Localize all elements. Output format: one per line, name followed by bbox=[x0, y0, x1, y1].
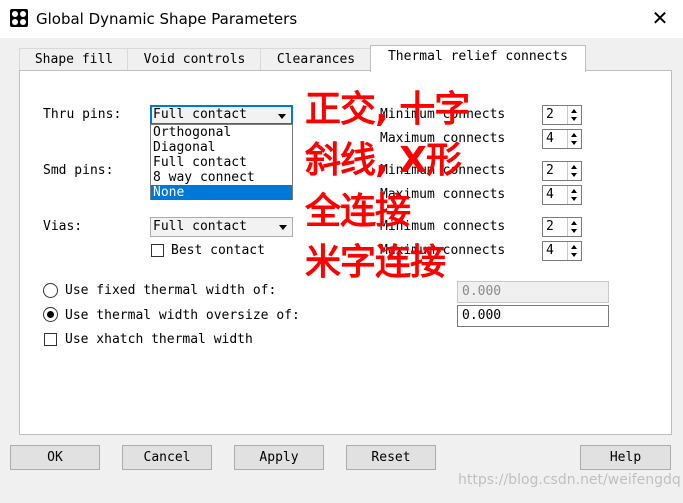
spinner-value: 2 bbox=[546, 163, 554, 178]
thru-min-connects-spinner[interactable]: 2 bbox=[542, 105, 582, 125]
annotation-orthogonal: 正交, 十字 bbox=[305, 89, 470, 130]
arrow-up-icon bbox=[571, 189, 577, 193]
app-icon bbox=[10, 9, 28, 27]
apply-button[interactable]: Apply bbox=[234, 445, 324, 470]
ok-button[interactable]: OK bbox=[10, 445, 100, 470]
spinner-value: 2 bbox=[546, 107, 554, 122]
arrow-up-icon bbox=[571, 109, 577, 113]
oversize-width-input[interactable]: 0.000 bbox=[457, 305, 609, 327]
xhatch-width-checkbox[interactable] bbox=[44, 333, 57, 346]
arrow-down-icon bbox=[571, 173, 577, 177]
watermark: https://blog.csdn.net/weifengdq bbox=[458, 472, 681, 488]
smd-min-connects-spinner[interactable]: 2 bbox=[542, 161, 582, 181]
option-diagonal[interactable]: Diagonal bbox=[151, 140, 292, 155]
tab-shape-fill[interactable]: Shape fill bbox=[19, 48, 129, 71]
arrow-down-icon bbox=[571, 117, 577, 121]
arrow-down-icon bbox=[571, 141, 577, 145]
vias-min-connects-spinner[interactable]: 2 bbox=[542, 217, 582, 237]
reset-button[interactable]: Reset bbox=[346, 445, 436, 470]
best-contact-label: Best contact bbox=[171, 243, 265, 258]
arrow-down-icon bbox=[571, 253, 577, 257]
annotation-8-way: 米字连接 bbox=[305, 242, 446, 283]
window-title: Global Dynamic Shape Parameters bbox=[36, 10, 298, 28]
spinner-arrows[interactable] bbox=[567, 218, 581, 236]
thru-max-connects-spinner[interactable]: 4 bbox=[542, 129, 582, 149]
option-none[interactable]: None bbox=[151, 185, 292, 200]
tab-clearances[interactable]: Clearances bbox=[260, 48, 372, 71]
vias-selected: Full contact bbox=[153, 219, 247, 234]
fixed-width-input[interactable]: 0.000 bbox=[457, 281, 609, 303]
thru-pins-label: Thru pins: bbox=[43, 107, 122, 122]
chevron-down-icon bbox=[278, 114, 286, 119]
annotation-full-contact: 全连接 bbox=[305, 191, 411, 232]
help-button[interactable]: Help bbox=[580, 445, 671, 470]
tab-thermal-relief-connects[interactable]: Thermal relief connects bbox=[370, 45, 586, 72]
oversize-width-label: Use thermal width oversize of: bbox=[65, 308, 300, 323]
spinner-arrows[interactable] bbox=[567, 242, 581, 260]
spinner-value: 2 bbox=[546, 219, 554, 234]
spinner-value: 4 bbox=[546, 187, 554, 202]
cancel-button[interactable]: Cancel bbox=[122, 445, 212, 470]
spinner-arrows[interactable] bbox=[567, 130, 581, 148]
thru-pins-selected: Full contact bbox=[153, 107, 247, 122]
oversize-width-radio[interactable] bbox=[43, 307, 58, 322]
arrow-up-icon bbox=[571, 245, 577, 249]
spinner-value: 4 bbox=[546, 131, 554, 146]
spinner-arrows[interactable] bbox=[567, 106, 581, 124]
vias-select[interactable]: Full contact bbox=[150, 217, 293, 237]
arrow-up-icon bbox=[571, 133, 577, 137]
best-contact-checkbox[interactable] bbox=[151, 244, 164, 257]
xhatch-width-label: Use xhatch thermal width bbox=[65, 332, 253, 347]
option-full-contact[interactable]: Full contact bbox=[151, 155, 292, 170]
fixed-width-radio[interactable] bbox=[43, 283, 58, 298]
chevron-down-icon bbox=[279, 225, 287, 230]
arrow-up-icon bbox=[571, 165, 577, 169]
arrow-down-icon bbox=[571, 229, 577, 233]
thru-pins-select[interactable]: Full contact bbox=[150, 105, 293, 125]
spinner-value: 4 bbox=[546, 243, 554, 258]
thru-pins-dropdown: Orthogonal Diagonal Full contact 8 way c… bbox=[150, 124, 293, 200]
smd-pins-label: Smd pins: bbox=[43, 163, 114, 178]
option-orthogonal[interactable]: Orthogonal bbox=[151, 125, 292, 140]
spinner-arrows[interactable] bbox=[567, 162, 581, 180]
arrow-down-icon bbox=[571, 197, 577, 201]
tab-void-controls[interactable]: Void controls bbox=[127, 48, 262, 71]
vias-label: Vias: bbox=[43, 219, 83, 234]
spinner-arrows[interactable] bbox=[567, 186, 581, 204]
smd-max-connects-spinner[interactable]: 4 bbox=[542, 185, 582, 205]
vias-max-connects-spinner[interactable]: 4 bbox=[542, 241, 582, 261]
fixed-width-label: Use fixed thermal width of: bbox=[65, 283, 277, 298]
arrow-up-icon bbox=[571, 221, 577, 225]
annotation-diagonal: 斜线, X形 bbox=[305, 140, 462, 181]
option-8-way-connect[interactable]: 8 way connect bbox=[151, 170, 292, 185]
close-icon[interactable]: ✕ bbox=[646, 4, 674, 32]
